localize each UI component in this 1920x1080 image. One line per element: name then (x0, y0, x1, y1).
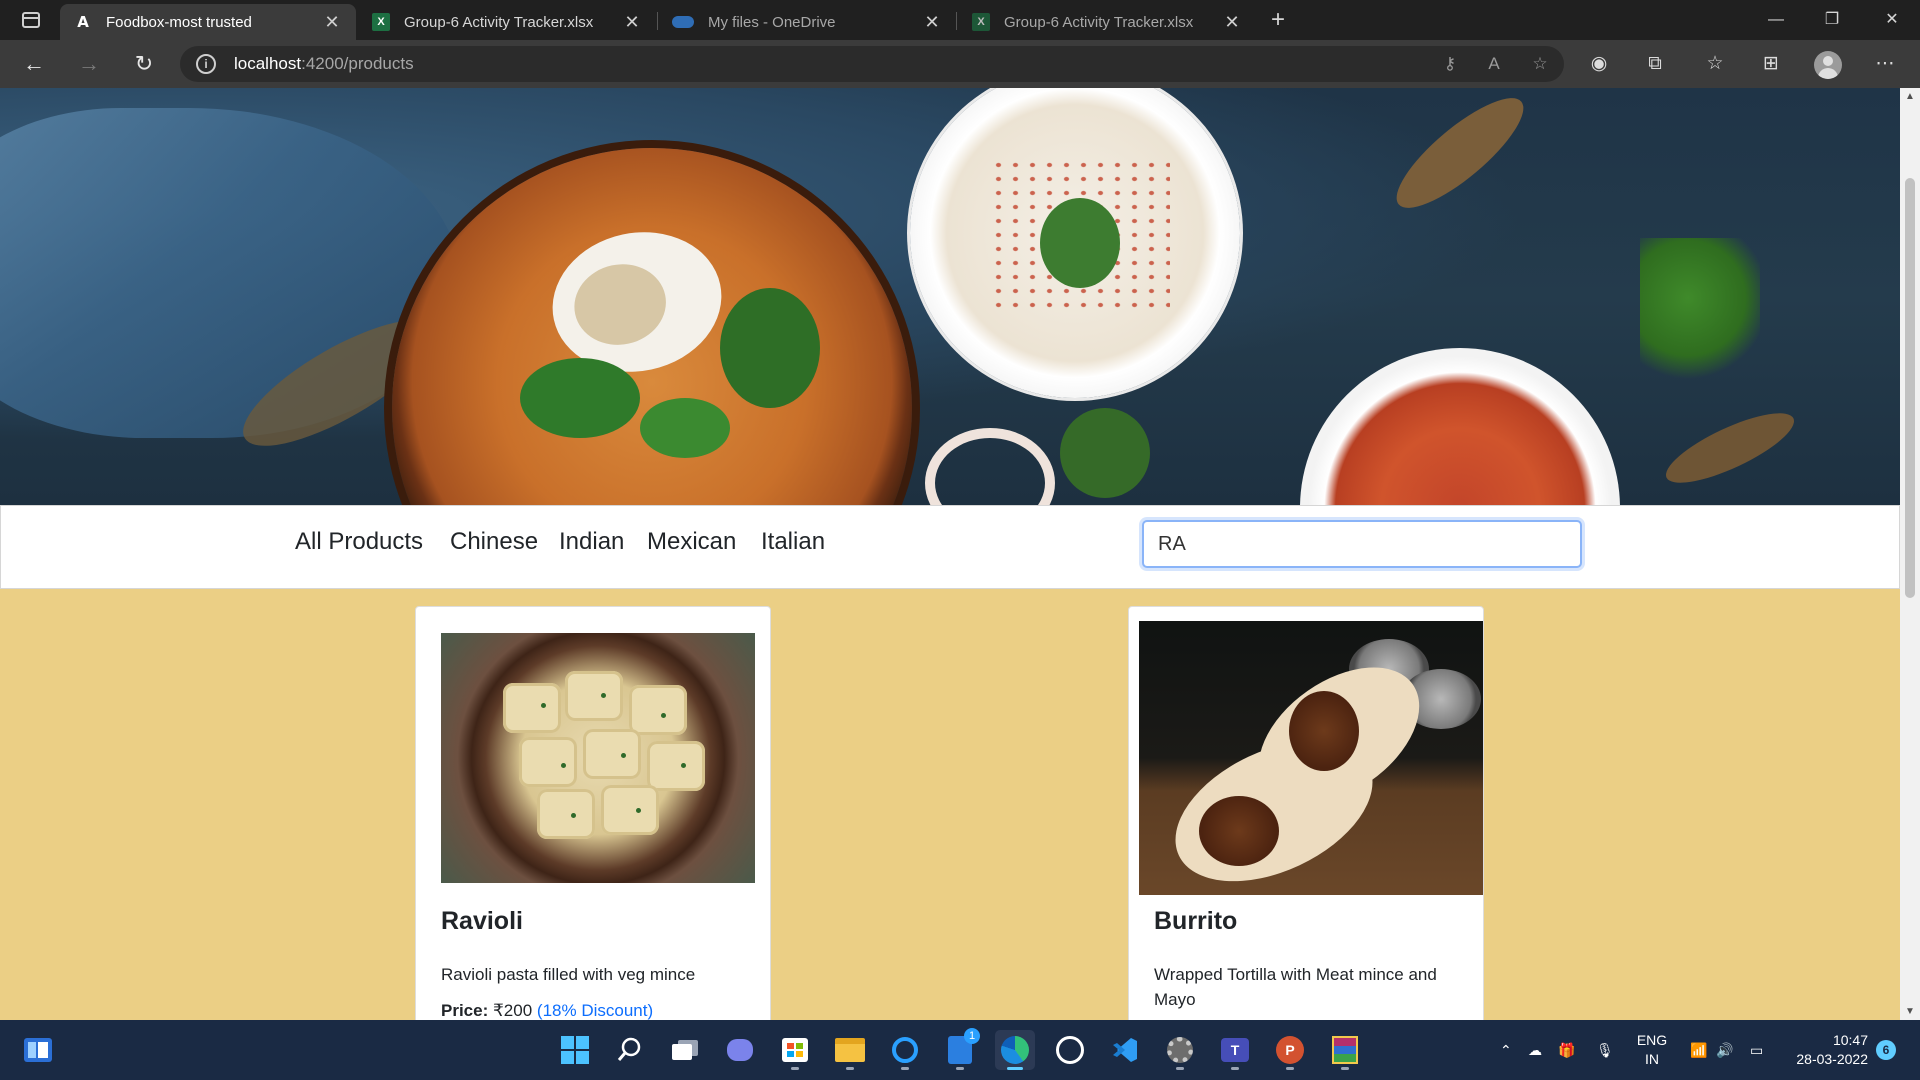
category-indian[interactable]: Indian (559, 528, 624, 556)
refresh-button[interactable]: ↻ (128, 48, 160, 80)
page-scrollbar[interactable]: ▲ ▼ (1900, 88, 1920, 1020)
add-favorite-icon[interactable]: ☆ (1528, 54, 1552, 74)
excel-icon: X (972, 13, 990, 31)
read-aloud-icon[interactable]: A (1482, 54, 1506, 74)
volume-icon[interactable]: 🔊 (1716, 1020, 1733, 1080)
profile-avatar-icon[interactable] (1814, 51, 1842, 79)
product-image-ravioli (441, 633, 755, 883)
vscode-icon[interactable] (1105, 1030, 1145, 1070)
restore-button[interactable]: ❐ (1804, 0, 1860, 40)
product-description: Ravioli pasta filled with veg mince (441, 965, 696, 984)
browser-tab-strip: A Foodbox-most trusted ✕ X Group-6 Activ… (0, 0, 1920, 40)
notification-badge[interactable]: 6 (1876, 1040, 1896, 1060)
scroll-down-arrow-icon[interactable]: ▼ (1904, 1006, 1916, 1017)
teams-chat-icon[interactable] (720, 1030, 760, 1070)
browser-toolbar: ← → ↻ i localhost:4200/products ⚷ A ☆ ◉ … (0, 40, 1920, 88)
angular-icon: A (77, 13, 89, 31)
winrar-icon[interactable] (1325, 1030, 1365, 1070)
scrollbar-thumb[interactable] (1905, 178, 1915, 598)
powerpoint-icon[interactable]: P (1270, 1030, 1310, 1070)
start-icon[interactable] (555, 1030, 595, 1070)
windows-taskbar: 1 T P ⌃ ☁ 🎁 🎙 ENG IN 📶 🔊 ▭ 10:47 28-03-2… (0, 1020, 1920, 1080)
extensions-icon[interactable]: ⧉ (1640, 50, 1670, 78)
discount-link[interactable]: (18% Discount) (537, 1001, 653, 1020)
to-do-icon[interactable]: 1 (940, 1028, 980, 1070)
page-viewport: All Products Chinese Indian Mexican Ital… (0, 88, 1900, 1020)
close-tab-icon[interactable]: ✕ (622, 12, 642, 33)
tab-onedrive[interactable]: My files - OneDrive ✕ (658, 4, 956, 40)
onedrive-status-icon[interactable]: ☁ (1528, 1020, 1542, 1080)
close-tab-icon[interactable]: ✕ (922, 12, 942, 33)
close-window-button[interactable]: ✕ (1864, 0, 1920, 40)
edge-icon[interactable] (995, 1030, 1035, 1070)
battery-icon[interactable]: ▭ (1750, 1020, 1763, 1080)
close-tab-icon[interactable]: ✕ (322, 12, 342, 33)
product-title: Ravioli (441, 907, 523, 935)
cortana-icon[interactable] (885, 1030, 925, 1070)
favorites-icon[interactable]: ☆ (1700, 50, 1730, 78)
tab-activity-tracker-2[interactable]: X Group-6 Activity Tracker.xlsx ✕ (958, 4, 1256, 40)
hero-banner-image (0, 88, 1900, 505)
new-tab-button[interactable]: + (1264, 6, 1292, 34)
system-clock[interactable]: 10:47 28-03-2022 (1782, 1031, 1868, 1069)
tab-actions-menu-icon[interactable] (14, 8, 48, 32)
site-info-icon[interactable]: i (196, 54, 216, 74)
product-title: Burrito (1154, 907, 1238, 935)
category-mexican[interactable]: Mexican (647, 528, 736, 556)
key-icon[interactable]: ⚷ (1438, 54, 1462, 74)
to-do-badge: 1 (964, 1028, 980, 1044)
scroll-up-arrow-icon[interactable]: ▲ (1904, 91, 1916, 102)
gift-icon[interactable]: 🎁 (1558, 1020, 1575, 1080)
search-input[interactable] (1142, 520, 1582, 568)
settings-gear-icon[interactable] (1160, 1030, 1200, 1070)
category-navbar: All Products Chinese Indian Mexican Ital… (0, 505, 1900, 589)
search-icon[interactable] (610, 1030, 650, 1070)
address-bar[interactable]: i localhost:4200/products ⚷ A ☆ (180, 46, 1564, 82)
wifi-icon[interactable]: 📶 (1690, 1020, 1707, 1080)
github-icon[interactable] (1050, 1030, 1090, 1070)
product-description: Wrapped Tortilla with Meat mince and May… (1154, 965, 1437, 1009)
microphone-icon[interactable]: 🎙 (1596, 1020, 1614, 1080)
tab-foodbox[interactable]: A Foodbox-most trusted ✕ (60, 4, 356, 40)
minimize-button[interactable]: — (1748, 0, 1804, 40)
show-hidden-icons[interactable]: ⌃ (1500, 1020, 1512, 1080)
onedrive-icon (672, 16, 694, 28)
back-button[interactable]: ← (18, 48, 50, 80)
category-chinese[interactable]: Chinese (450, 528, 538, 556)
more-menu-icon[interactable]: ⋯ (1870, 50, 1900, 78)
category-all-products[interactable]: All Products (295, 528, 423, 556)
close-tab-icon[interactable]: ✕ (1222, 12, 1242, 33)
teams-work-icon[interactable]: T (1215, 1030, 1255, 1070)
product-image-burrito (1139, 621, 1483, 895)
store-icon[interactable] (775, 1030, 815, 1070)
forward-button[interactable]: → (73, 48, 105, 80)
record-icon[interactable]: ◉ (1584, 50, 1614, 78)
url-text[interactable]: localhost:4200/products (234, 54, 414, 74)
tab-separator (956, 12, 957, 30)
language-indicator[interactable]: ENG IN (1634, 1031, 1670, 1069)
excel-icon: X (372, 13, 390, 31)
widgets-icon[interactable] (18, 1030, 58, 1070)
product-card-ravioli[interactable]: Ravioli Ravioli pasta filled with veg mi… (415, 606, 771, 1020)
product-card-burrito[interactable]: Burrito Wrapped Tortilla with Meat mince… (1128, 606, 1484, 1020)
file-explorer-icon[interactable] (830, 1030, 870, 1070)
collections-icon[interactable]: ⊞ (1756, 50, 1786, 78)
task-view-icon[interactable] (665, 1030, 705, 1070)
category-italian[interactable]: Italian (761, 528, 825, 556)
tab-activity-tracker[interactable]: X Group-6 Activity Tracker.xlsx ✕ (358, 4, 656, 40)
product-price: Price: ₹200 (18% Discount) (441, 1001, 654, 1020)
